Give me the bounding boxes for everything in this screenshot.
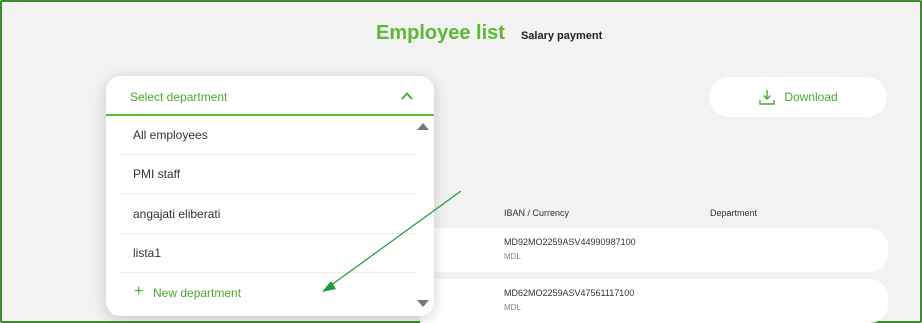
row-iban: MD62MO2259ASV47561117100 (504, 288, 635, 298)
option-label: lista1 (133, 246, 162, 260)
chevron-up-icon[interactable] (400, 89, 414, 103)
scroll-up-arrow-icon[interactable] (417, 123, 429, 130)
dropdown-option-all-employees[interactable]: All employees (120, 116, 416, 155)
column-header-iban: IBAN / Currency (504, 208, 570, 218)
plus-icon: + (134, 283, 144, 300)
page-header: Employee list Salary payment (376, 22, 602, 45)
department-dropdown[interactable]: Select department All employees PMI staf… (106, 76, 434, 316)
dropdown-option-angajati-eliberati[interactable]: angajati eliberati (120, 195, 416, 234)
dropdown-option-pmi-staff[interactable]: PMI staff (120, 155, 416, 194)
table-row[interactable]: MD62MO2259ASV47561117100 MDL (420, 279, 888, 323)
department-select-label: Select department (130, 90, 228, 104)
department-select-toggle[interactable]: Select department (106, 76, 434, 116)
download-button[interactable]: Download (709, 77, 887, 117)
row-currency: MDL (504, 252, 521, 261)
option-label: All employees (133, 128, 208, 142)
row-iban: MD92MO2259ASV44990987100 (504, 237, 636, 247)
dropdown-option-lista1[interactable]: lista1 (120, 234, 416, 273)
download-label: Download (784, 90, 838, 104)
download-icon (759, 90, 776, 105)
option-label: angajati eliberati (133, 207, 221, 221)
page-title: Employee list (376, 22, 505, 44)
row-currency: MDL (504, 303, 521, 312)
page-subtitle: Salary payment (520, 30, 603, 42)
option-label: PMI staff (133, 167, 181, 181)
column-header-department: Department (710, 208, 758, 218)
table-row[interactable]: MD92MO2259ASV44990987100 MDL (420, 228, 888, 272)
new-department-button[interactable]: + New department (120, 274, 416, 312)
new-department-label: New department (153, 286, 242, 300)
scroll-down-arrow-icon[interactable] (417, 300, 429, 307)
